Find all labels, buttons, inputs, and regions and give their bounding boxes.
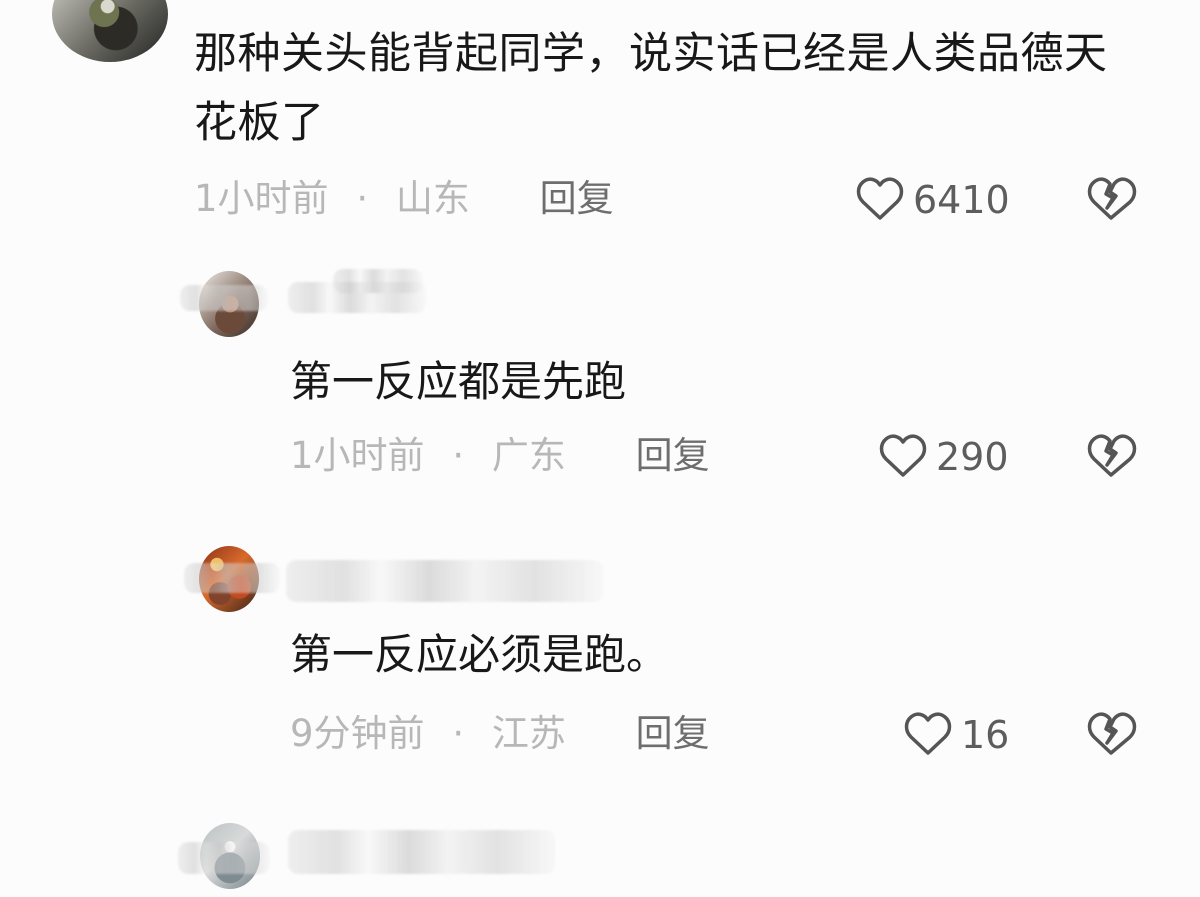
reply-3-avatar-mosaic	[178, 842, 270, 874]
heart-outline-icon	[855, 177, 905, 223]
reply-2-like-button[interactable]: 16	[903, 712, 1009, 758]
reply-1-username-mosaic-top	[333, 269, 423, 293]
reply-1-dislike-button[interactable]	[1085, 434, 1137, 480]
broken-heart-icon	[1085, 434, 1137, 480]
heart-outline-icon	[878, 434, 928, 480]
reply-1-like-count: 290	[936, 435, 1009, 479]
main-comment-text: 那种关头能背起同学，说实话已经是人类品德天花板了	[194, 29, 1108, 148]
reply-1-reply-button[interactable]: 回复	[636, 434, 710, 477]
reply-1-time: 1小时前	[290, 434, 425, 477]
main-comment-reply-button[interactable]: 回复	[540, 177, 614, 220]
reply-2-text: 第一反应必须是跑。	[290, 630, 669, 679]
reply-2-time: 9分钟前	[290, 712, 425, 755]
main-comment-location: 山东	[395, 177, 470, 220]
reply-2-reply-button[interactable]: 回复	[636, 712, 710, 755]
reply-1-separator: ·	[452, 434, 465, 477]
reply-2-like-count: 16	[961, 713, 1010, 757]
reply-2-avatar-mosaic	[184, 563, 280, 593]
reply-1-location: 广东	[491, 434, 566, 477]
main-comment-like-button[interactable]: 6410	[855, 177, 1010, 223]
main-comment-time: 1小时前	[194, 177, 329, 220]
heart-outline-icon	[903, 712, 953, 758]
reply-2-location: 江苏	[491, 712, 566, 755]
reply-2-meta: 9分钟前 · 江苏 回复	[290, 712, 710, 756]
reply-1-like-button[interactable]: 290	[878, 434, 1009, 480]
broken-heart-icon	[1085, 177, 1137, 223]
reply-1-avatar-mosaic	[180, 285, 268, 311]
broken-heart-icon	[1085, 712, 1137, 758]
main-comment-dislike-button[interactable]	[1085, 177, 1137, 223]
main-comment-like-count: 6410	[913, 178, 1010, 222]
reply-1-meta: 1小时前 · 广东 回复	[290, 434, 710, 478]
reply-2-separator: ·	[452, 712, 465, 755]
reply-3-username-mosaic	[288, 830, 556, 874]
main-comment-separator: ·	[356, 177, 369, 220]
main-comment-meta: 1小时前 · 山东 回复	[194, 177, 614, 221]
main-comment-avatar[interactable]	[52, 0, 168, 62]
reply-2-dislike-button[interactable]	[1085, 712, 1137, 758]
reply-2-username-mosaic	[286, 560, 604, 602]
reply-1-text: 第一反应都是先跑	[290, 357, 627, 406]
